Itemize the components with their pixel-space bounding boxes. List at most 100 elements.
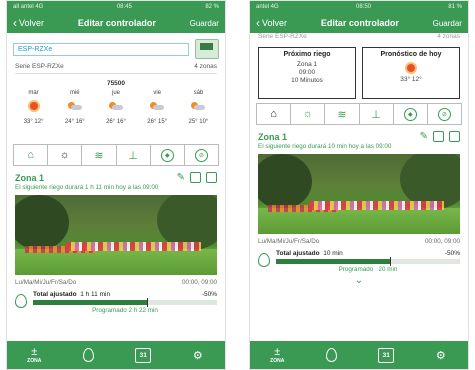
- calendar-icon: 31: [378, 347, 395, 363]
- calendar-icon: 31: [135, 347, 152, 363]
- schedule-days: Lu/Ma/Mi/Ju/Fr/Sa/Do: [258, 238, 320, 245]
- nav-settings[interactable]: ⚙: [414, 341, 469, 369]
- schedule-times: 00:00, 09:00: [181, 279, 217, 286]
- forecast-day-name: mié: [69, 90, 80, 96]
- tab-sensor[interactable]: ⊥: [117, 145, 151, 165]
- nav-settings[interactable]: ⚙: [171, 341, 226, 369]
- zone-next-watering: El siguiente riego durará 1 h 11 min hoy…: [15, 184, 159, 191]
- nav-water[interactable]: [305, 341, 360, 369]
- home-icon: ⌂: [270, 108, 277, 120]
- budget-percent: -50%: [201, 291, 217, 298]
- tab-wifi[interactable]: ≋: [325, 104, 360, 124]
- water-drop-icon: ◆: [403, 107, 417, 121]
- bottom-nav: ± ZONA 31 ⚙: [7, 341, 225, 369]
- programmed-value: 20 min: [378, 266, 398, 273]
- controller-device-icon[interactable]: [195, 39, 219, 59]
- budget-percent: -50%: [444, 250, 460, 257]
- next-watering-duration: 10 Minutos: [291, 77, 323, 84]
- trash-icon[interactable]: [449, 131, 460, 142]
- chevron-left-icon: ‹: [13, 16, 17, 30]
- save-button[interactable]: Guardar: [433, 19, 462, 28]
- nav-calendar[interactable]: 31: [116, 341, 171, 369]
- camera-icon[interactable]: [433, 131, 444, 142]
- nav-zone-label: ZONA: [27, 358, 42, 364]
- edit-pencil-icon[interactable]: ✎: [177, 172, 185, 183]
- zone-photo[interactable]: [15, 195, 217, 275]
- back-button[interactable]: ‹ Volver: [13, 16, 44, 30]
- phone-screen-right: antel 4G 08:50 81 % ‹ Volver Editar cont…: [249, 0, 469, 370]
- budget-bar[interactable]: [276, 257, 460, 266]
- nav-zone[interactable]: ± ZONA: [7, 341, 62, 369]
- tab-wifi[interactable]: ≋: [82, 145, 117, 165]
- sun-icon: [363, 64, 459, 72]
- water-drop-icon: [326, 348, 338, 362]
- next-watering-time: 09:00: [298, 69, 316, 76]
- schedule-times: 00:00, 09:00: [424, 238, 460, 245]
- off-icon: ⊘: [194, 148, 208, 162]
- programmed-label: Programado: [338, 266, 374, 273]
- tab-sensor[interactable]: ⊥: [360, 104, 394, 124]
- tab-water[interactable]: ◆: [151, 145, 185, 165]
- carrier-label: antel 4G: [256, 4, 279, 10]
- zone-photo[interactable]: [258, 154, 460, 234]
- camera-icon[interactable]: [190, 172, 201, 183]
- save-button[interactable]: Guardar: [190, 19, 219, 28]
- plus-minus-icon: ±: [31, 346, 38, 358]
- tab-off[interactable]: ⊘: [428, 104, 461, 124]
- tab-weather[interactable]: ☼: [291, 104, 326, 124]
- carrier-label: all antel 4G: [13, 4, 44, 10]
- nav-zone-label: ZONA: [270, 358, 285, 364]
- nav-water[interactable]: [62, 341, 117, 369]
- today-forecast-card[interactable]: Pronóstico de hoy 33° 12°: [362, 47, 460, 99]
- phone-screen-left: all antel 4G 08:45 82 % ‹ Volver Editar …: [6, 0, 226, 370]
- weather-forecast: 75500 mar 33° 12° mié 24° 16° jue 26° 16…: [13, 78, 219, 140]
- sensor-icon: ⊥: [371, 108, 381, 121]
- tab-weather[interactable]: ☼: [48, 145, 83, 165]
- forecast-temp: 26° 15°: [147, 119, 168, 125]
- forecast-day: sáb 25° 10°: [178, 78, 219, 140]
- tab-water[interactable]: ◆: [394, 104, 428, 124]
- tab-home[interactable]: ⌂: [257, 104, 292, 124]
- series-row: Serie ESP-RZXe 4 zonas: [258, 33, 460, 41]
- forecast-day: mar 33° 12°: [13, 78, 54, 140]
- plus-minus-icon: ±: [274, 346, 281, 358]
- clock: 08:45: [116, 4, 132, 10]
- forecast-day-name: jue: [112, 90, 121, 96]
- forecast-day: vie 26° 15°: [137, 78, 178, 140]
- forecast-day: mié 24° 16°: [54, 78, 95, 140]
- zones-count: 4 zonas: [194, 63, 217, 70]
- back-button[interactable]: ‹ Volver: [256, 17, 287, 29]
- forecast-day-name: sáb: [193, 90, 204, 96]
- forecast-day-name: mar: [28, 90, 39, 96]
- schedule-days: Lu/Ma/Mi/Ju/Fr/Sa/Do: [15, 279, 77, 286]
- partly-cloudy-icon: [191, 102, 206, 112]
- budget-bar[interactable]: [33, 298, 217, 307]
- bottom-nav: ± ZONA 31 ⚙: [250, 341, 468, 369]
- chevron-down-icon[interactable]: ⌄: [250, 275, 468, 286]
- tab-off[interactable]: ⊘: [185, 145, 218, 165]
- battery-label: 82 %: [205, 4, 219, 10]
- trash-icon[interactable]: [206, 172, 217, 183]
- zone-next-watering: El siguiente riego durará 10 min hoy a l…: [258, 143, 392, 150]
- controller-name-input[interactable]: ESP-RZXe: [13, 42, 189, 56]
- edit-pencil-icon[interactable]: ✎: [420, 131, 428, 142]
- home-icon: ⌂: [27, 149, 34, 161]
- programmed-row: Programado 20 min: [276, 266, 460, 273]
- tab-home[interactable]: ⌂: [14, 145, 49, 165]
- nav-calendar[interactable]: 31: [359, 341, 414, 369]
- budget-bar-marker: [147, 298, 149, 307]
- forecast-temp: 33° 12°: [23, 119, 44, 125]
- nav-zone[interactable]: ± ZONA: [250, 341, 305, 369]
- sensor-icon: ⊥: [128, 149, 138, 162]
- water-budget: Total ajustado 1 h 11 min -50% Programad…: [15, 291, 217, 314]
- water-drop-icon: ◆: [160, 148, 174, 162]
- wifi-icon: ≋: [94, 149, 104, 162]
- off-icon: ⊘: [437, 107, 451, 121]
- partly-cloudy-icon: [109, 102, 123, 112]
- next-watering-card[interactable]: Próximo riego Zona 1 09:00 10 Minutos: [258, 47, 356, 99]
- nav-bar: ‹ Volver Editar controlador Guardar: [7, 13, 225, 33]
- budget-bar-fill: [276, 259, 391, 264]
- summary-cards: Próximo riego Zona 1 09:00 10 Minutos Pr…: [258, 47, 460, 99]
- forecast-temp: 25° 10°: [188, 119, 209, 125]
- series-label: Serie ESP-RZXe: [15, 63, 64, 70]
